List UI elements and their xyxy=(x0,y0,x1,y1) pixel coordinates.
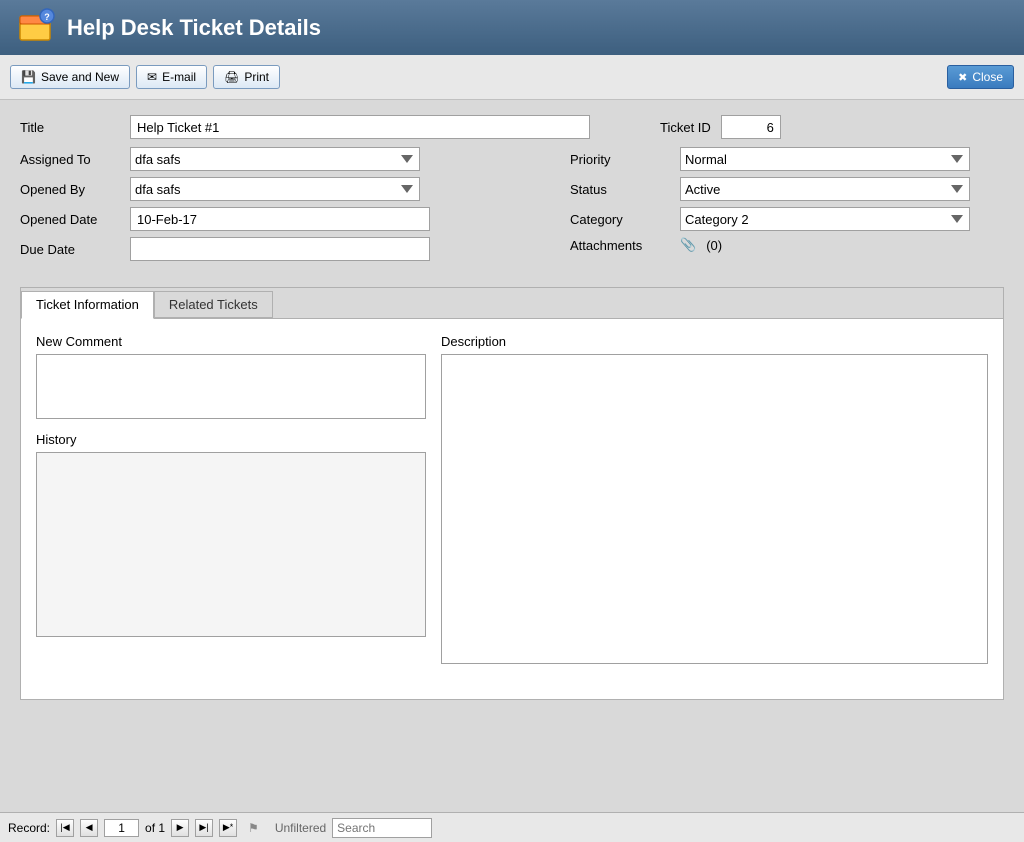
search-input[interactable] xyxy=(332,818,432,838)
opened-date-input[interactable] xyxy=(130,207,430,231)
header: ? Help Desk Ticket Details xyxy=(0,0,1024,55)
tab-content-ticket-info: New Comment History Description xyxy=(21,319,1003,699)
title-row: Title Ticket ID xyxy=(20,115,1004,139)
record-label: Record: xyxy=(8,821,50,835)
save-icon xyxy=(21,70,36,84)
assigned-to-row: Assigned To dfa safs xyxy=(20,147,560,171)
history-box xyxy=(36,452,426,637)
tabs-container: Ticket Information Related Tickets New C… xyxy=(20,287,1004,700)
ticket-id-label: Ticket ID xyxy=(660,120,711,135)
close-button[interactable]: Close xyxy=(947,65,1014,89)
category-select[interactable]: Category 2 Category 1 Category 3 xyxy=(680,207,970,231)
nav-prev-button[interactable] xyxy=(80,819,98,837)
category-label: Category xyxy=(570,212,670,227)
page-title: Help Desk Ticket Details xyxy=(67,15,321,41)
opened-date-label: Opened Date xyxy=(20,212,120,227)
nav-new-button[interactable] xyxy=(219,819,237,837)
close-icon xyxy=(958,70,967,84)
priority-label: Priority xyxy=(570,152,670,167)
app-icon: ? xyxy=(15,8,55,48)
nav-first-button[interactable] xyxy=(56,819,74,837)
description-textarea[interactable] xyxy=(441,354,988,664)
tab-ticket-information[interactable]: Ticket Information xyxy=(21,291,154,319)
print-icon xyxy=(224,70,239,84)
opened-by-label: Opened By xyxy=(20,182,120,197)
new-comment-label: New Comment xyxy=(36,334,426,349)
form-left-col: Assigned To dfa safs Opened By dfa safs … xyxy=(20,147,560,267)
filter-label: Unfiltered xyxy=(275,821,326,835)
ticket-id-input[interactable] xyxy=(721,115,781,139)
nav-next-button[interactable] xyxy=(171,819,189,837)
toolbar: Save and New E-mail Print Close xyxy=(0,55,1024,100)
form-right-col: Priority Normal Low High Critical Status… xyxy=(560,147,1004,267)
email-button[interactable]: E-mail xyxy=(136,65,207,89)
priority-select[interactable]: Normal Low High Critical xyxy=(680,147,970,171)
history-label: History xyxy=(36,432,426,447)
attachments-label: Attachments xyxy=(570,238,670,253)
tab-right-panel: Description xyxy=(441,334,988,667)
due-date-row: Due Date xyxy=(20,237,560,261)
attachments-row: Attachments (0) xyxy=(570,237,1004,253)
save-and-new-button[interactable]: Save and New xyxy=(10,65,130,89)
main-content: Title Ticket ID Assigned To dfa safs Ope… xyxy=(0,100,1024,812)
description-label: Description xyxy=(441,334,988,349)
status-select[interactable]: Active Closed Pending xyxy=(680,177,970,201)
record-current-input[interactable] xyxy=(104,819,139,837)
tab-content-grid: New Comment History Description xyxy=(36,334,988,667)
title-label: Title xyxy=(20,120,120,135)
svg-text:?: ? xyxy=(44,12,50,22)
assigned-to-label: Assigned To xyxy=(20,152,120,167)
email-icon xyxy=(147,70,157,84)
assigned-to-select[interactable]: dfa safs xyxy=(130,147,420,171)
status-row: Status Active Closed Pending xyxy=(570,177,1004,201)
due-date-label: Due Date xyxy=(20,242,120,257)
opened-by-row: Opened By dfa safs xyxy=(20,177,560,201)
tab-related-tickets[interactable]: Related Tickets xyxy=(154,291,273,318)
form-section: Title Ticket ID Assigned To dfa safs Ope… xyxy=(20,115,1004,277)
attach-icon xyxy=(680,237,696,253)
record-total: of 1 xyxy=(145,821,165,835)
title-input[interactable] xyxy=(130,115,590,139)
priority-row: Priority Normal Low High Critical xyxy=(570,147,1004,171)
tab-left-panel: New Comment History xyxy=(36,334,426,667)
status-bar: Record: of 1 ⚑ Unfiltered xyxy=(0,812,1024,842)
due-date-input[interactable] xyxy=(130,237,430,261)
attachments-value: (0) xyxy=(706,238,722,253)
nav-last-button[interactable] xyxy=(195,819,213,837)
tabs-header: Ticket Information Related Tickets xyxy=(21,288,1003,319)
print-button[interactable]: Print xyxy=(213,65,280,89)
form-columns: Assigned To dfa safs Opened By dfa safs … xyxy=(20,147,1004,267)
new-comment-textarea[interactable] xyxy=(36,354,426,419)
opened-date-row: Opened Date xyxy=(20,207,560,231)
opened-by-select[interactable]: dfa safs xyxy=(130,177,420,201)
category-row: Category Category 2 Category 1 Category … xyxy=(570,207,1004,231)
status-label: Status xyxy=(570,182,670,197)
